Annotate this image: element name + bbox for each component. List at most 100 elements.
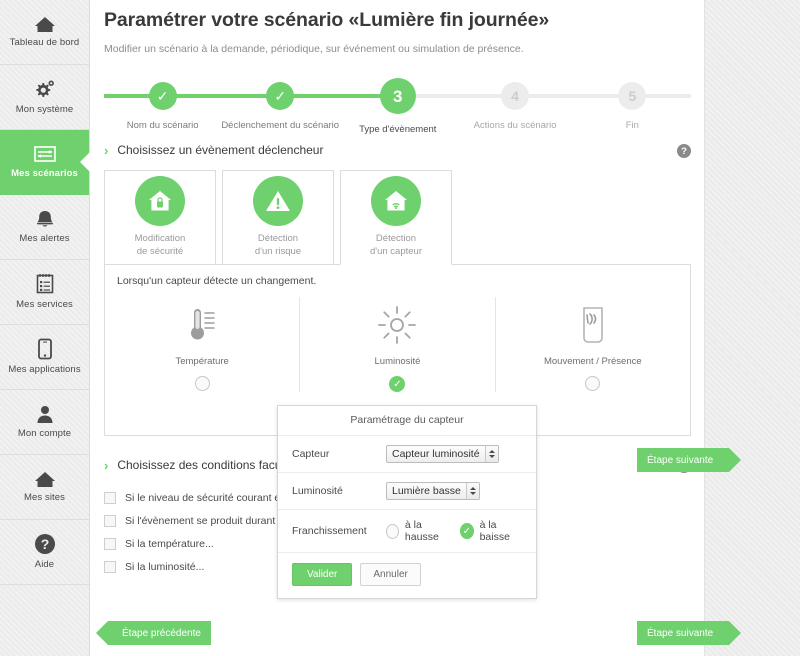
question-circle-icon: ? bbox=[34, 533, 56, 555]
franchissement-option-label: à la baisse bbox=[479, 519, 510, 543]
next-step-button-bottom[interactable]: Étape suivante bbox=[637, 621, 742, 645]
sidebar-item-mes-sites[interactable]: Mes sites bbox=[0, 455, 89, 520]
trigger-tab-detection-dun-capteur[interactable]: Détection d'un capteur bbox=[340, 170, 452, 265]
motion-detector-icon bbox=[576, 303, 610, 347]
stepper-arrows-icon bbox=[465, 483, 479, 499]
sidebar-item-label: Aide bbox=[34, 559, 55, 571]
sidebar-item-label: Mes scénarios bbox=[11, 168, 78, 180]
trigger-tab-label: Modification de sécurité bbox=[134, 233, 186, 257]
stepper-bubble: 4 bbox=[501, 82, 530, 110]
shield-home-icon bbox=[135, 176, 185, 227]
user-icon bbox=[35, 404, 55, 424]
help-icon[interactable]: ? bbox=[677, 144, 691, 158]
sensor-radio[interactable] bbox=[585, 376, 601, 391]
franchissement-option-baisse[interactable]: ✓ à la baisse bbox=[460, 519, 522, 543]
page-subtitle: Modifier un scénario à la demande, pério… bbox=[104, 43, 524, 55]
sliders-icon bbox=[33, 144, 57, 164]
modal-title: Paramétrage du capteur bbox=[350, 414, 464, 426]
sidebar-item-mon-systeme[interactable]: Mon système bbox=[0, 65, 89, 130]
trigger-tab-modification-de-securite[interactable]: Modification de sécurité bbox=[104, 170, 216, 265]
modal-row-label: Franchissement bbox=[292, 525, 367, 537]
conditions-section-title: Choisissez des conditions faculta bbox=[117, 458, 295, 472]
capteur-select[interactable]: Capteur luminosité bbox=[386, 445, 499, 463]
modal-row-label: Luminosité bbox=[292, 485, 343, 497]
sidebar-item-label: Mes alertes bbox=[19, 233, 70, 245]
stepper-step-2[interactable]: ✓ Déclenchement du scénario bbox=[221, 71, 339, 135]
home-icon bbox=[34, 470, 56, 488]
sidebar-item-mes-applications[interactable]: Mes applications bbox=[0, 325, 89, 390]
stepper-bubble: 5 bbox=[618, 82, 647, 110]
checkbox-icon[interactable] bbox=[104, 560, 116, 573]
previous-step-button[interactable]: Étape précédente bbox=[96, 621, 211, 645]
checkbox-icon[interactable] bbox=[104, 491, 116, 504]
trigger-tab-label: Détection d'un capteur bbox=[370, 232, 422, 257]
sidebar-item-label: Tableau de bord bbox=[9, 37, 80, 49]
clipboard-icon bbox=[35, 273, 55, 295]
tabs-filler bbox=[458, 170, 691, 265]
trigger-tab-label: Détection d'un risque bbox=[254, 233, 302, 257]
svg-text:?: ? bbox=[40, 536, 49, 552]
sidebar-item-mon-compte[interactable]: Mon compte bbox=[0, 390, 89, 455]
modal-row-luminosite: Luminosité Lumière basse bbox=[278, 472, 536, 509]
sidebar-item-label: Mes sites bbox=[23, 492, 66, 504]
stepper-step-4[interactable]: 4 Actions du scénario bbox=[456, 71, 573, 135]
thermometer-icon bbox=[184, 303, 220, 347]
trigger-section-header[interactable]: › Choisissez un évènement déclencheur ? bbox=[104, 142, 691, 158]
franchissement-option-hausse[interactable]: à la hausse bbox=[386, 519, 450, 543]
stepper-step-5[interactable]: 5 Fin bbox=[574, 71, 691, 135]
sidebar-item-aide[interactable]: ? Aide bbox=[0, 520, 89, 585]
sidebar-item-mes-scenarios[interactable]: Mes scénarios bbox=[0, 130, 89, 195]
sidebar-item-mes-alertes[interactable]: Mes alertes bbox=[0, 195, 89, 260]
stepper-label: Type d'évènement bbox=[359, 124, 437, 135]
checkbox-icon[interactable] bbox=[104, 514, 116, 527]
sensor-radio[interactable] bbox=[194, 376, 210, 391]
validate-button[interactable]: Valider bbox=[292, 563, 353, 586]
stepper-label: Actions du scénario bbox=[473, 120, 557, 131]
sensor-option-luminosite[interactable]: Luminosité ✓ bbox=[300, 297, 496, 392]
chevron-right-icon: › bbox=[104, 142, 109, 158]
trigger-tab-detection-dun-risque[interactable]: Détection d'un risque bbox=[222, 170, 334, 265]
franchissement-option-label: à la hausse bbox=[404, 519, 439, 543]
sun-icon bbox=[376, 303, 418, 347]
sensor-option-label: Luminosité bbox=[374, 356, 421, 367]
sidebar-item-mes-services[interactable]: Mes services bbox=[0, 260, 89, 325]
stepper-bubble: 3 bbox=[379, 78, 416, 114]
sensor-option-mouvement-presence[interactable]: Mouvement / Présence bbox=[496, 297, 690, 392]
wizard-stepper: ✓ Nom du scénario ✓ Déclenchement du scé… bbox=[104, 71, 691, 135]
condition-label: Si la température... bbox=[125, 537, 214, 550]
stepper-bubble: ✓ bbox=[266, 82, 295, 110]
sensor-option-temperature[interactable]: Température bbox=[105, 297, 301, 392]
app-root: Tableau de bord Mon système Mes scénario… bbox=[0, 0, 800, 656]
sensor-panel-hint: Lorsqu'un capteur détecte un changement. bbox=[117, 275, 317, 287]
warning-triangle-icon bbox=[253, 176, 303, 227]
bell-icon bbox=[34, 209, 56, 229]
condition-label: Si la luminosité... bbox=[125, 560, 205, 573]
luminosite-select-value: Lumière basse bbox=[392, 485, 461, 497]
radio-selected-icon[interactable]: ✓ bbox=[460, 523, 474, 539]
sidebar-item-label: Mes applications bbox=[8, 364, 81, 376]
stepper-step-1[interactable]: ✓ Nom du scénario bbox=[104, 71, 221, 135]
trigger-section-title: Choisissez un évènement déclencheur bbox=[117, 143, 324, 157]
luminosite-select[interactable]: Lumière basse bbox=[386, 482, 480, 500]
stepper-bubble: ✓ bbox=[148, 82, 177, 110]
sidebar-item-label: Mes services bbox=[16, 299, 73, 311]
radio-icon[interactable] bbox=[386, 523, 399, 539]
sidebar-item-label: Mon système bbox=[15, 103, 74, 115]
capteur-select-value: Capteur luminosité bbox=[392, 448, 480, 460]
home-icon bbox=[34, 15, 56, 33]
cancel-button[interactable]: Annuler bbox=[360, 563, 421, 586]
stepper-label: Fin bbox=[625, 120, 639, 131]
stepper-label: Nom du scénario bbox=[126, 120, 199, 131]
sidebar-item-label: Mon compte bbox=[17, 428, 72, 440]
next-step-button-top[interactable]: Étape suivante bbox=[637, 448, 742, 472]
sidebar: Tableau de bord Mon système Mes scénario… bbox=[0, 0, 90, 656]
sensor-option-label: Température bbox=[175, 356, 229, 367]
stepper-step-3[interactable]: 3 Type d'évènement bbox=[339, 71, 456, 135]
chevron-right-icon: › bbox=[104, 457, 109, 473]
sensor-settings-modal: Paramétrage du capteur Capteur Capteur l… bbox=[277, 405, 537, 599]
sidebar-item-tableau-de-bord[interactable]: Tableau de bord bbox=[0, 0, 89, 65]
checkbox-icon[interactable] bbox=[104, 537, 116, 550]
stepper-label: Déclenchement du scénario bbox=[221, 120, 340, 131]
sensor-option-label: Mouvement / Présence bbox=[543, 356, 642, 367]
sensor-radio-selected[interactable]: ✓ bbox=[389, 376, 406, 392]
